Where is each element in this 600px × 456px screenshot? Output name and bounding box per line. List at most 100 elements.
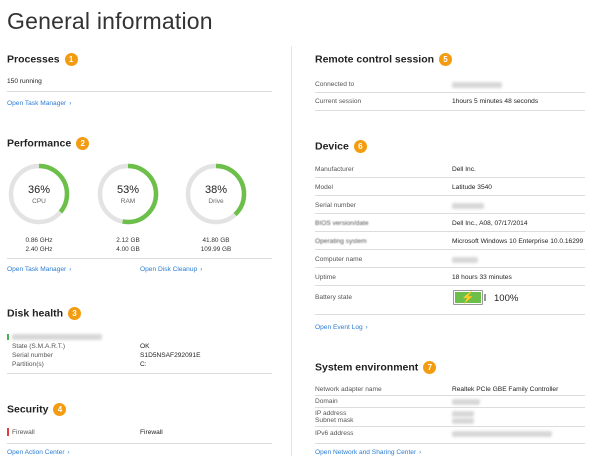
- device-row-divider: [315, 267, 585, 268]
- ram-gauge-value-1: 2.12 GB: [116, 237, 140, 244]
- column-divider: [291, 46, 292, 456]
- disk-health-row-label: State (S.M.A.R.T.): [12, 343, 66, 350]
- performance-section-title: Performance 2: [7, 137, 90, 150]
- system-env-badge: 7: [423, 361, 437, 374]
- remote-title: Remote control session: [315, 53, 435, 66]
- computer-name-redacted: [452, 257, 478, 263]
- drive-gauge-label: Drive: [208, 198, 224, 205]
- chevron-right-icon: ›: [67, 450, 70, 456]
- cpu-gauge-value-1: 0.86 GHz: [25, 237, 53, 244]
- security-badge: 4: [53, 403, 67, 416]
- remote-badge: 5: [439, 53, 453, 66]
- cpu-gauge-value-2: 2.40 GHz: [25, 246, 53, 253]
- page-title: General information: [7, 8, 213, 34]
- chevron-right-icon: ›: [69, 267, 72, 273]
- security-section-title: Security 4: [7, 403, 67, 416]
- cpu-gauge-percent: 36%: [27, 184, 51, 196]
- ip-address-redacted: [452, 411, 474, 417]
- ram-gauge-value-2: 4.00 GB: [116, 246, 140, 253]
- chevron-right-icon: ›: [69, 101, 72, 107]
- device-row-value: 18 hours 33 minutes: [452, 274, 512, 281]
- domain-redacted: [452, 399, 480, 405]
- remote-row-divider: [315, 92, 585, 93]
- drive-gauge-value-1: 41.80 GB: [202, 237, 230, 244]
- device-row-divider: [315, 213, 585, 214]
- system-env-row-divider: [315, 407, 585, 408]
- device-row-value: Microsoft Windows 10 Enterprise 10.0.162…: [452, 238, 584, 245]
- system-env-title: System environment: [315, 361, 419, 374]
- system-env-divider: [315, 443, 585, 444]
- processes-running: 150 running: [7, 78, 42, 85]
- ram-gauge-label: RAM: [120, 198, 136, 205]
- serial-number-redacted: [452, 203, 484, 209]
- security-title: Security: [7, 403, 49, 416]
- remote-divider: [315, 110, 585, 111]
- disk-health-row-value: OK: [140, 343, 150, 350]
- processes-divider: [7, 91, 272, 92]
- security-row-label: Firewall: [12, 429, 35, 436]
- device-row-divider: [315, 231, 585, 232]
- disk-health-section-title: Disk health 3: [7, 307, 82, 320]
- system-env-row-label: IPv6 address: [315, 430, 354, 437]
- disk-health-row-value: C:: [140, 361, 147, 368]
- performance-divider: [7, 258, 272, 259]
- system-env-row-label: Network adapter name: [315, 386, 382, 393]
- processes-section-title: Processes 1: [7, 53, 78, 66]
- disk-status-indicator: [7, 334, 9, 340]
- chevron-right-icon: ›: [365, 325, 368, 331]
- battery-cap-icon: [484, 294, 486, 301]
- drive-gauge-value-2: 109.99 GB: [200, 246, 232, 253]
- drive-gauge-percent: 38%: [204, 184, 228, 196]
- disk-health-divider: [7, 373, 272, 374]
- device-row-divider: [315, 177, 585, 178]
- system-env-row-value: Realtek PCIe GBE Family Controller: [452, 386, 559, 393]
- performance-badge: 2: [76, 137, 90, 150]
- device-row-label: Uptime: [315, 274, 336, 281]
- disk-health-title: Disk health: [7, 307, 64, 320]
- subnet-mask-redacted: [452, 418, 474, 424]
- system-env-row-divider: [315, 426, 585, 427]
- processes-open-task-manager-link[interactable]: Open Task Manager ›: [7, 100, 71, 107]
- system-env-section-title: System environment 7: [315, 361, 437, 374]
- chevron-right-icon: ›: [419, 450, 422, 456]
- performance-title: Performance: [7, 137, 72, 150]
- device-row-divider: [315, 195, 585, 196]
- remote-row-value: 1hours 5 minutes 48 seconds: [452, 98, 539, 105]
- device-title: Device: [315, 140, 349, 153]
- open-disk-cleanup-link[interactable]: Open Disk Cleanup ›: [140, 266, 202, 273]
- firewall-status-indicator: [7, 428, 9, 436]
- disk-health-row-label: Partition(s): [12, 361, 44, 368]
- security-divider: [7, 443, 272, 444]
- device-badge: 6: [353, 140, 367, 153]
- device-row-label: BIOS version/date: [315, 220, 369, 227]
- disk-name-redacted: [12, 334, 102, 340]
- cpu-gauge-label: CPU: [32, 198, 46, 205]
- system-env-link-label: Open Network and Sharing Center: [315, 449, 417, 456]
- ram-gauge-percent: 53%: [116, 184, 140, 196]
- processes-link-label: Open Task Manager: [7, 100, 67, 107]
- disk-health-row-label: Serial number: [12, 352, 54, 359]
- device-row-divider: [315, 285, 585, 286]
- device-row-label: Model: [315, 184, 333, 191]
- device-row-label: Computer name: [315, 256, 363, 263]
- device-row-label: Battery state: [315, 294, 353, 301]
- ipv6-address-redacted: [452, 431, 552, 437]
- battery-percent: 100%: [494, 293, 519, 304]
- performance-link2-label: Open Disk Cleanup: [140, 266, 198, 273]
- device-row-divider: [315, 249, 585, 250]
- device-row-label: Operating system: [315, 238, 367, 245]
- chevron-right-icon: ›: [200, 267, 203, 273]
- system-env-row-label: IP address: [315, 410, 347, 417]
- remote-section-title: Remote control session 5: [315, 53, 453, 66]
- device-divider: [315, 314, 585, 315]
- open-event-log-link[interactable]: Open Event Log ›: [315, 324, 368, 331]
- system-env-row-divider: [315, 395, 585, 396]
- connected-to-redacted: [452, 82, 502, 88]
- charging-bolt-icon: ⚡: [461, 292, 475, 304]
- disk-health-badge: 3: [68, 307, 82, 320]
- performance-open-task-manager-link[interactable]: Open Task Manager ›: [7, 266, 71, 273]
- system-env-row-label: Subnet mask: [315, 417, 354, 424]
- open-action-center-link[interactable]: Open Action Center ›: [7, 449, 70, 456]
- open-network-sharing-center-link[interactable]: Open Network and Sharing Center ›: [315, 449, 421, 456]
- processes-title: Processes: [7, 53, 60, 66]
